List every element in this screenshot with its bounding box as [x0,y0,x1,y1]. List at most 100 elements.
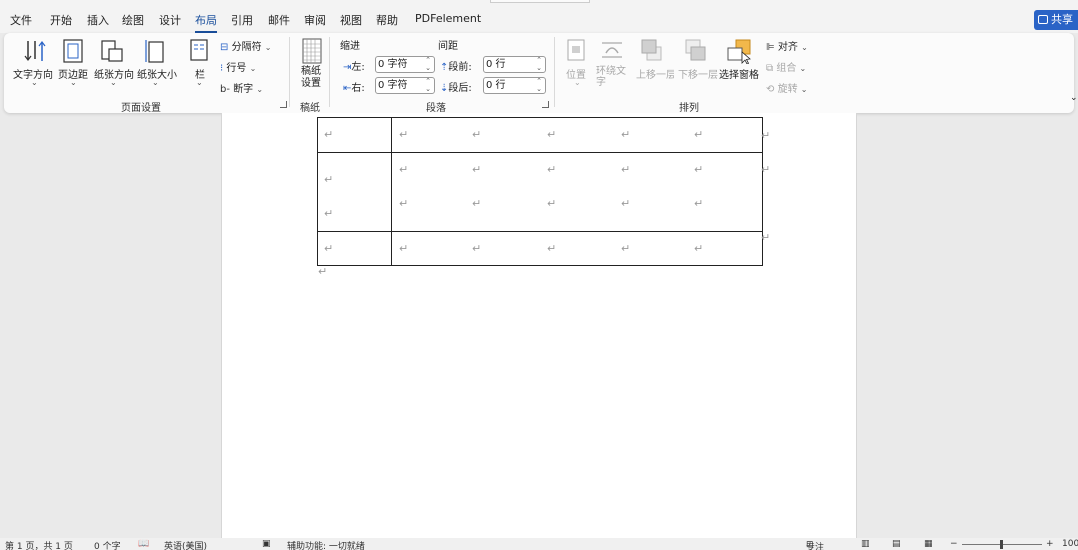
spacing-after-label: ⇣段后: [440,83,472,94]
breaks-button[interactable]: ⊟ 分隔符 ⌄ [220,38,271,53]
wrap-text-button[interactable]: 环绕文 字 [596,66,626,88]
web-layout-icon[interactable]: ▦ [924,539,933,549]
tab-references[interactable]: 引用 [231,12,253,28]
rotate-label: 旋转 [777,84,798,95]
paragraph-mark: ↵ [694,197,704,210]
align-button[interactable]: ⊫ 对齐 ⌄ [766,38,808,53]
focus-label: 专注 [806,543,825,550]
breaks-icon: ⊟ [220,42,229,53]
chevron-down-icon: ⌄ [264,43,272,52]
tab-file[interactable]: 文件 [10,12,32,28]
breaks-label: 分隔符 [231,42,262,53]
status-bar: 第 1 页，共 1 页 0 个字 📖 英语(美国) ▣ 辅助功能: 一切就绪 ⊡… [0,538,1078,550]
tab-mailings[interactable]: 邮件 [268,12,290,28]
rotate-button[interactable]: ⟲ 旋转 ⌄ [766,80,807,95]
tab-home[interactable]: 开始 [50,12,72,28]
zoom-slider[interactable] [962,540,1042,549]
accessibility-status[interactable]: 辅助功能: 一切就绪 [287,539,365,550]
page-setup-launcher-icon[interactable] [280,101,287,108]
paragraph-mark: ↵ [324,128,334,141]
orientation-icon [101,40,123,62]
spacing-after-value: 0 行 [486,80,506,91]
print-layout-icon[interactable]: ▤ [892,539,901,549]
tab-design[interactable]: 设计 [159,12,181,28]
spin-up-icon[interactable]: ⌃ [536,78,542,85]
send-backward-button[interactable]: 下移一层 [678,66,718,81]
table-cell[interactable]: ↵ ↵ ↵ ↵ ↵ [391,231,763,266]
zoom-level[interactable]: 100 [1062,539,1078,549]
chevron-down-icon: ⌄ [152,78,159,87]
hyphenation-icon: b‑ [220,84,230,95]
paragraph-mark[interactable]: ↵ [318,265,327,278]
spin-down-icon[interactable]: ⌄ [425,86,431,93]
spin-up-icon[interactable]: ⌃ [536,57,542,64]
selection-pane-icon [727,39,751,64]
spin-up-icon[interactable]: ⌃ [425,57,431,64]
tab-insert[interactable]: 插入 [87,12,109,28]
read-mode-icon[interactable]: ▥ [861,539,870,549]
tab-view[interactable]: 视图 [340,12,362,28]
table-cell[interactable]: ↵ ↵ ↵ ↵ ↵ ↵ ↵ ↵ ↵ ↵ [391,152,763,232]
spacing-before-input[interactable]: 0 行 ⌃ ⌄ [483,56,546,73]
indent-right-input[interactable]: 0 字符 ⌃ ⌄ [375,77,435,94]
table-cell[interactable]: ↵ [317,117,392,153]
tab-review[interactable]: 审阅 [304,12,326,28]
spin-down-icon[interactable]: ⌄ [536,65,542,72]
spacing-after-input[interactable]: 0 行 ⌃ ⌄ [483,77,546,94]
align-icon: ⊫ [766,42,775,53]
spin-down-icon[interactable]: ⌄ [425,65,431,72]
table-cell[interactable]: ↵ ↵ [317,152,392,232]
proofing-icon[interactable]: 📖 [138,539,149,549]
tab-help[interactable]: 帮助 [376,12,398,28]
spin-up-icon[interactable]: ⌃ [425,78,431,85]
manuscript-settings-button[interactable]: 稿纸 设置 [301,66,321,90]
tab-pdfelement[interactable]: PDFelement [415,12,481,25]
zoom-in-icon[interactable]: + [1046,539,1054,549]
tab-layout[interactable]: 布局 [195,12,217,33]
paragraph-mark: ↵ [547,242,557,255]
paragraph-mark: ↵ [547,128,557,141]
zoom-slider-thumb[interactable] [1000,540,1003,549]
paragraph-mark: ↵ [694,163,704,176]
zoom-out-icon[interactable]: − [950,539,958,549]
document-page: ↵ ↵ ↵ ↵ ↵ ↵ ↵ ↵ ↵ ↵ ↵ ↵ ↵ ↵ ↵ ↵ ↵ ↵ ↵ ↵ … [221,113,857,538]
chevron-down-icon: ⌄ [110,78,117,87]
paragraph-mark: ↵ [324,207,334,220]
share-button[interactable]: 共享 [1034,10,1078,30]
collapse-ribbon-icon[interactable]: ⌄ [1070,93,1078,103]
wrap-text-icon [602,42,622,58]
table-cell[interactable]: ↵ [317,231,392,266]
group-button[interactable]: ⧉ 组合 ⌄ [766,59,806,74]
chevron-down-icon: ⌄ [31,78,38,87]
table-cell[interactable]: ↵ ↵ ↵ ↵ ↵ [391,117,763,153]
paragraph-launcher-icon[interactable] [542,101,549,108]
chevron-down-icon: ⌄ [801,43,808,52]
language[interactable]: 英语(美国) [164,539,207,550]
margins-icon [63,39,83,63]
chevron-down-icon: ⌄ [249,64,257,73]
indent-left-input[interactable]: 0 字符 ⌃ ⌄ [375,56,435,73]
table-row: ↵ ↵ ↵ ↵ ↵ ↵ ↵ ↵ ↵ ↵ ↵ ↵ [317,152,763,232]
manuscript-grid-icon [302,38,322,64]
document-table[interactable]: ↵ ↵ ↵ ↵ ↵ ↵ ↵ ↵ ↵ ↵ ↵ ↵ ↵ ↵ ↵ ↵ ↵ ↵ ↵ ↵ … [317,117,763,266]
chevron-down-icon: ⌄ [256,85,264,94]
group-icon: ⧉ [766,63,774,74]
page-count[interactable]: 第 1 页，共 1 页 [5,539,73,550]
hyphenation-label: 断字 [233,84,254,95]
share-icon [1038,15,1048,24]
rotate-icon: ⟲ [766,84,775,95]
align-label: 对齐 [777,42,798,53]
hyphenation-button[interactable]: b‑ 断字 ⌄ [220,80,263,95]
spin-down-icon[interactable]: ⌄ [536,86,542,93]
macro-icon[interactable]: ▣ [262,539,271,549]
paragraph-mark: ↵ [472,242,482,255]
word-count[interactable]: 0 个字 [94,539,121,550]
tab-draw[interactable]: 绘图 [122,12,144,28]
menu-bar: 文件 开始 插入 绘图 设计 布局 引用 邮件 审阅 视图 帮助 PDFelem… [0,0,1078,33]
selection-pane-button[interactable]: 选择窗格 [719,66,759,81]
group-label-paragraph: 段落 [426,103,446,114]
group-separator [289,37,290,107]
bring-forward-button[interactable]: 上移一层 [636,66,674,81]
group-label-page-setup: 页面设置 [121,103,161,114]
line-numbers-button[interactable]: ⁝ 行号 ⌄ [220,59,256,74]
